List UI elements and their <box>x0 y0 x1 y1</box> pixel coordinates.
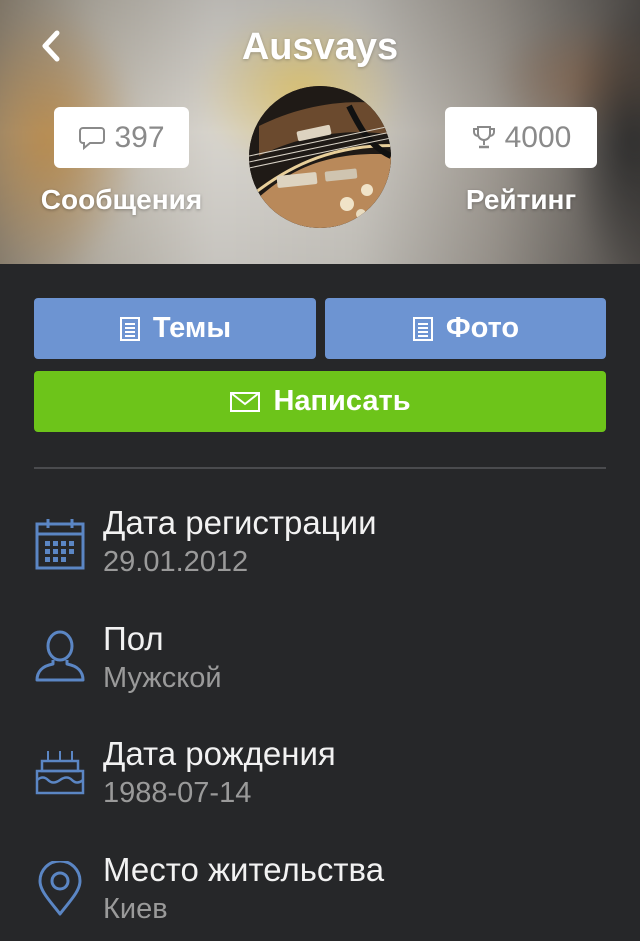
divider <box>34 467 606 469</box>
info-value: 1988-07-14 <box>103 777 252 809</box>
document-list-icon <box>119 316 140 341</box>
rating-count-box[interactable]: 4000 <box>445 107 597 168</box>
calendar-icon <box>35 519 85 570</box>
person-icon <box>35 630 85 682</box>
info-label: Дата рождения <box>103 735 336 772</box>
info-value: Киев <box>103 893 168 925</box>
messages-count: 397 <box>114 120 165 154</box>
rating-count: 4000 <box>504 120 572 154</box>
messages-label: Сообщения <box>40 184 203 215</box>
envelope-icon <box>230 391 261 412</box>
info-label: Пол <box>103 620 164 657</box>
location-pin-icon <box>38 861 82 916</box>
birthday-cake-icon <box>35 751 85 795</box>
topics-button-label: Темы <box>152 312 232 344</box>
photo-button[interactable]: Фото <box>325 298 606 359</box>
write-message-button[interactable]: Написать <box>34 371 606 432</box>
rating-label: Рейтинг <box>465 184 577 215</box>
topics-button[interactable]: Темы <box>34 298 316 359</box>
avatar[interactable] <box>249 86 391 228</box>
info-value: Мужской <box>103 662 222 694</box>
profile-screen: Ausvays 397 Сообщения 4000 Рейтинг Темы … <box>0 0 640 941</box>
info-row-gender: Пол Мужской <box>0 620 640 720</box>
info-row-registration-date: Дата регистрации 29.01.2012 <box>0 504 640 604</box>
info-value: 29.01.2012 <box>103 546 249 578</box>
profile-header: Ausvays 397 Сообщения 4000 Рейтинг <box>0 0 640 264</box>
chat-bubble-icon <box>79 126 106 150</box>
info-row-residence: Место жительства Киев <box>0 851 640 941</box>
document-list-icon <box>412 316 433 341</box>
info-label: Дата регистрации <box>103 504 377 541</box>
write-button-label: Написать <box>273 385 411 417</box>
messages-count-box[interactable]: 397 <box>54 107 189 168</box>
avatar-guitar-image <box>249 86 391 228</box>
page-title: Ausvays <box>241 26 399 68</box>
photo-button-label: Фото <box>445 312 520 344</box>
trophy-icon <box>472 125 495 148</box>
info-label: Место жительства <box>103 851 385 888</box>
info-row-birth-date: Дата рождения 1988-07-14 <box>0 735 640 835</box>
